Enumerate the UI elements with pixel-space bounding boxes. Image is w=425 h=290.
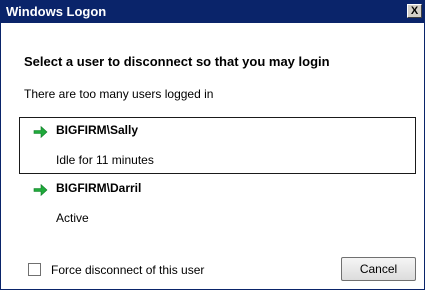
user-name: BIGFIRM\Darril <box>56 181 142 195</box>
user-status: Active <box>56 211 89 225</box>
close-button[interactable]: X <box>407 4 422 18</box>
dialog-subtext: There are too many users logged in <box>24 87 214 101</box>
user-name: BIGFIRM\Sally <box>56 123 139 137</box>
close-icon: X <box>410 5 419 17</box>
window-title: Windows Logon <box>6 4 107 19</box>
user-status: Idle for 11 minutes <box>56 153 154 167</box>
cancel-button[interactable]: Cancel <box>341 257 416 281</box>
force-disconnect-label[interactable]: Force disconnect of this user <box>51 263 204 277</box>
user-item-sally[interactable]: BIGFIRM\Sally Idle for 11 minutes <box>19 117 416 174</box>
user-item-darril[interactable]: BIGFIRM\Darril Active <box>19 175 416 232</box>
force-disconnect-checkbox[interactable] <box>28 263 41 276</box>
title-bar[interactable]: Windows Logon X <box>1 1 424 23</box>
green-arrow-icon <box>33 183 48 197</box>
windows-logon-dialog: Windows Logon X Select a user to disconn… <box>0 0 425 290</box>
dialog-heading: Select a user to disconnect so that you … <box>24 54 330 69</box>
green-arrow-icon <box>33 125 48 139</box>
